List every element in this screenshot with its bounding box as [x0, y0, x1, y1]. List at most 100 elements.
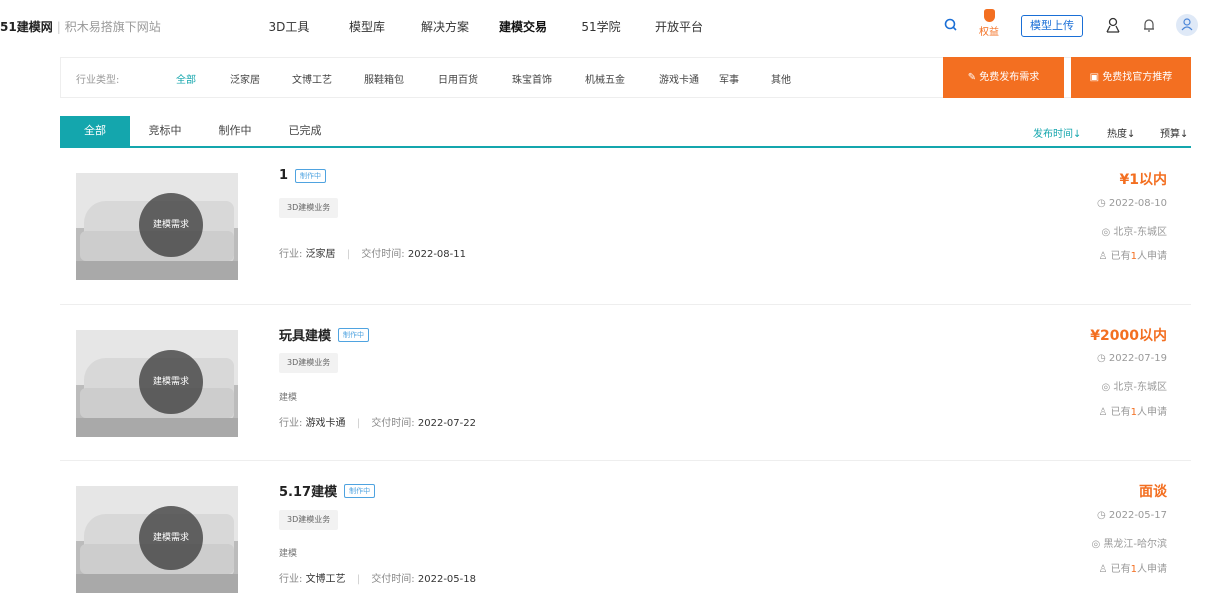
sort-budget[interactable]: 预算↓ [1160, 125, 1188, 140]
publish-date: ◷ 2022-08-10 [1097, 198, 1167, 209]
publish-demand-label: 免费发布需求 [979, 72, 1040, 83]
tab-in-progress[interactable]: 制作中 [200, 116, 270, 146]
applicants-prefix: 已有 [1110, 407, 1131, 418]
delivery-label: 交付时间: [371, 418, 415, 429]
filter-item-hardware[interactable]: 机械五金 [585, 71, 659, 86]
applicants-suffix: 人申请 [1137, 564, 1167, 575]
demand-thumbnail[interactable]: 建模需求 [76, 486, 238, 593]
nav-item-academy[interactable]: 51学院 [562, 18, 640, 35]
delivery-value: 2022-08-11 [407, 249, 466, 260]
benefits-button[interactable]: 权益 [977, 9, 1001, 38]
demand-meta: 行业: 泛家居 | 交付时间: 2022-08-11 [279, 245, 466, 260]
bell-icon[interactable] [1140, 16, 1158, 34]
filter-item-other[interactable]: 其他 [771, 71, 791, 86]
filter-item-apparel[interactable]: 服鞋箱包 [364, 71, 438, 86]
demand-description: 建模 [279, 549, 298, 559]
publish-date-text: 2022-05-17 [1108, 510, 1167, 521]
demand-thumbnail[interactable]: 建模需求 [76, 330, 238, 437]
industry-filter-list: 全部 泛家居 文博工艺 服鞋箱包 日用百货 珠宝首饰 机械五金 游戏卡通 军事 … [176, 71, 791, 86]
nav-item-open-platform[interactable]: 开放平台 [640, 18, 718, 35]
applicants-prefix: 已有 [1110, 564, 1131, 575]
filter-item-home[interactable]: 泛家居 [230, 71, 292, 86]
demand-card[interactable]: 建模需求 1 制作中 3D建模业务 行业: 泛家居 | 交付时间: 2022-0… [60, 150, 1191, 305]
tab-all[interactable]: 全部 [60, 116, 130, 146]
pen-icon: ✎ [967, 72, 980, 83]
demand-meta: 行业: 游戏卡通 | 交付时间: 2022-07-22 [279, 414, 476, 429]
status-tabs: 全部 竞标中 制作中 已完成 发布时间↓ 热度↓ 预算↓ [60, 116, 1191, 148]
status-badge: 制作中 [344, 483, 376, 498]
industry-value: 文博工艺 [305, 574, 346, 585]
demand-thumbnail[interactable]: 建模需求 [76, 173, 238, 280]
brand[interactable]: 51建模网 | 积木易搭旗下网站 [0, 18, 161, 35]
main-nav: 3D工具 模型库 解决方案 建模交易 51学院 开放平台 [250, 18, 718, 35]
user-icon: ♙ [1098, 564, 1111, 575]
brand-name[interactable]: 51建模网 [0, 20, 53, 34]
tab-bidding[interactable]: 竞标中 [130, 116, 200, 146]
nav-item-solutions[interactable]: 解决方案 [406, 18, 484, 35]
recommend-button[interactable]: ▣ 免费找官方推荐 [1071, 57, 1191, 98]
business-tag: 3D建模业务 [279, 353, 339, 373]
demand-card[interactable]: 建模需求 5.17建模 制作中 3D建模业务 建模 行业: 文博工艺 | 交付时… [60, 461, 1191, 599]
brand-separator: | [56, 20, 61, 34]
filter-item-games[interactable]: 游戏卡通 [659, 71, 719, 86]
publish-demand-button[interactable]: ✎ 免费发布需求 [943, 57, 1064, 98]
brand-sub: 积木易搭旗下网站 [64, 20, 161, 34]
filter-item-jewelry[interactable]: 珠宝首饰 [512, 71, 585, 86]
industry-label: 行业: [279, 574, 303, 585]
search-icon[interactable] [942, 16, 960, 34]
thumbnail-label: 建模需求 [139, 193, 203, 257]
filter-item-military[interactable]: 军事 [719, 71, 771, 86]
demand-card[interactable]: 建模需求 玩具建模 制作中 3D建模业务 建模 行业: 游戏卡通 | 交付时间:… [60, 305, 1191, 461]
model-upload-button[interactable]: 模型上传 [1021, 15, 1083, 37]
meta-divider: | [356, 418, 361, 429]
demand-title-text: 5.17建模 [279, 485, 338, 500]
publish-date-text: 2022-08-10 [1108, 198, 1167, 209]
demand-title[interactable]: 玩具建模 制作中 [279, 325, 370, 344]
budget-price: ¥1以内 [1119, 172, 1167, 188]
status-badge: 制作中 [295, 168, 327, 183]
nav-item-trading[interactable]: 建模交易 [484, 18, 562, 35]
status-badge: 制作中 [338, 327, 370, 342]
business-tag: 3D建模业务 [279, 510, 339, 530]
sort-popularity[interactable]: 热度↓ [1107, 125, 1135, 140]
demand-title[interactable]: 5.17建模 制作中 [279, 481, 376, 500]
user-center-icon[interactable] [1104, 16, 1122, 34]
budget-price: ¥2000以内 [1090, 328, 1167, 344]
industry-value: 游戏卡通 [305, 418, 346, 429]
demand-title-text: 1 [279, 168, 289, 183]
location: ◎ 北京-东城区 [1101, 378, 1167, 393]
location-icon: ◎ [1091, 539, 1104, 550]
avatar-icon[interactable] [1176, 14, 1198, 36]
demand-title[interactable]: 1 制作中 [279, 168, 327, 183]
applicants-suffix: 人申请 [1137, 407, 1167, 418]
delivery-value: 2022-05-18 [417, 574, 476, 585]
clock-icon: ◷ [1096, 510, 1109, 521]
thumbnail-label: 建模需求 [139, 350, 203, 414]
location-text: 北京-东城区 [1113, 227, 1167, 238]
top-navbar: 51建模网 | 积木易搭旗下网站 3D工具 模型库 解决方案 建模交易 51学院 开… [0, 0, 1205, 54]
filter-item-all[interactable]: 全部 [176, 71, 230, 86]
meta-divider: | [356, 574, 361, 585]
applicants: ♙ 已有1人申请 [1098, 403, 1167, 418]
applicants-suffix: 人申请 [1137, 251, 1167, 262]
applicants: ♙ 已有1人申请 [1098, 560, 1167, 575]
applicants-prefix: 已有 [1110, 251, 1131, 262]
applicants: ♙ 已有1人申请 [1098, 247, 1167, 262]
user-icon: ♙ [1098, 251, 1111, 262]
delivery-label: 交付时间: [361, 249, 405, 260]
industry-value: 泛家居 [305, 249, 336, 260]
nav-item-3d-tools[interactable]: 3D工具 [250, 18, 328, 35]
filter-item-daily[interactable]: 日用百货 [438, 71, 512, 86]
tab-completed[interactable]: 已完成 [270, 116, 340, 146]
location-text: 北京-东城区 [1113, 382, 1167, 393]
nav-item-model-library[interactable]: 模型库 [328, 18, 406, 35]
thumbnail-label: 建模需求 [139, 506, 203, 570]
user-icon: ♙ [1098, 407, 1111, 418]
location-icon: ◎ [1101, 382, 1114, 393]
recommend-label: 免费找官方推荐 [1102, 72, 1173, 83]
industry-filter-label: 行业类型: [76, 75, 120, 86]
publish-date: ◷ 2022-07-19 [1097, 353, 1167, 364]
demand-description: 建模 [279, 393, 298, 403]
sort-publish-time[interactable]: 发布时间↓ [1033, 125, 1081, 140]
filter-item-crafts[interactable]: 文博工艺 [292, 71, 364, 86]
